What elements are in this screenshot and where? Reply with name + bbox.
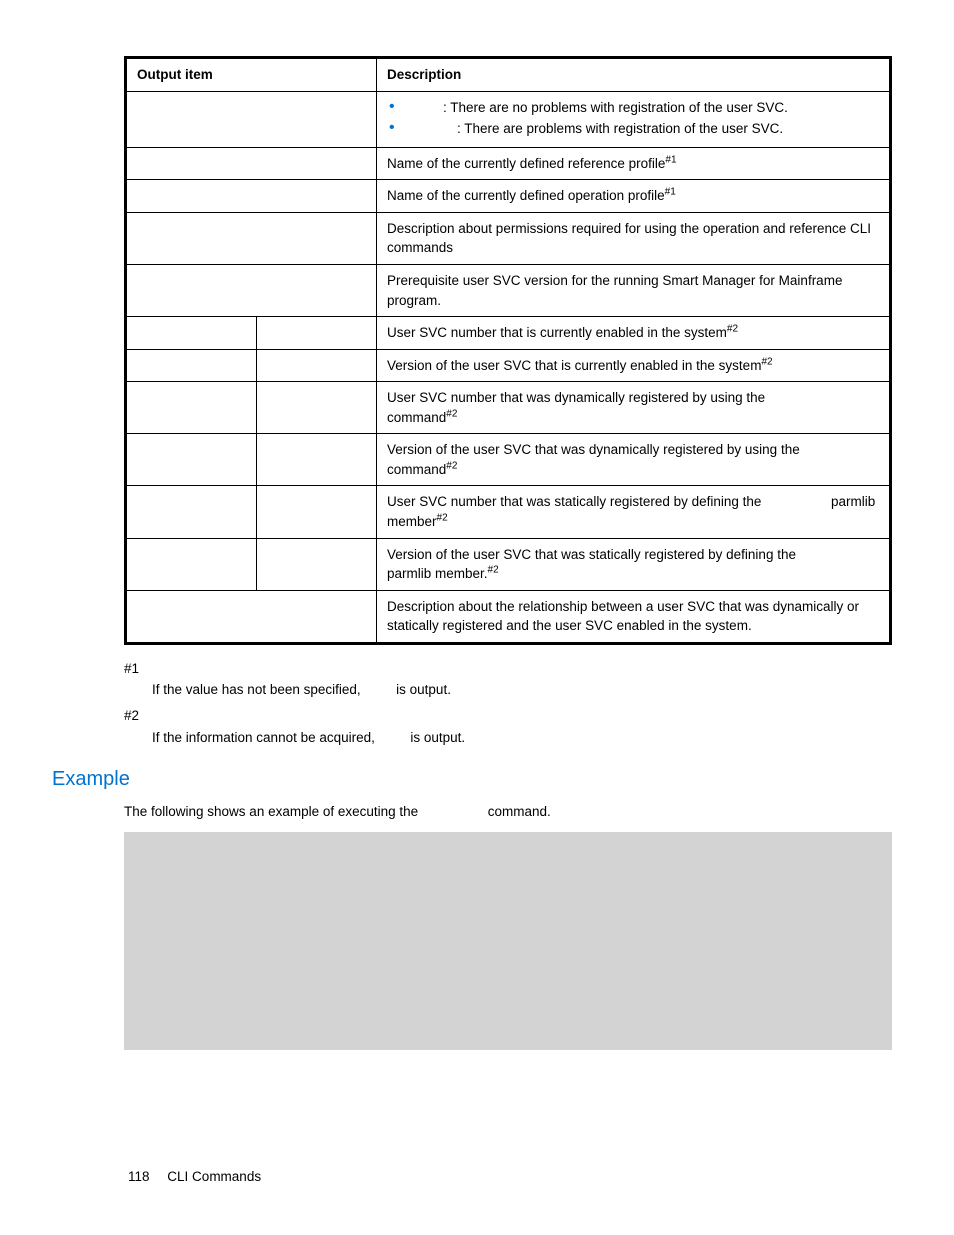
- example-heading: Example: [52, 765, 892, 794]
- cell-desc: : There are no problems with registratio…: [377, 91, 890, 147]
- table-row: : There are no problems with registratio…: [127, 91, 890, 147]
- footnote-1: If the value has not been specified, is …: [124, 680, 892, 700]
- desc-text: Name of the currently defined operation …: [387, 188, 665, 203]
- intro-text: command.: [484, 804, 551, 819]
- desc-text: Version of the user SVC that was dynamic…: [387, 442, 803, 457]
- cell-item: [127, 434, 257, 486]
- page-number: 118: [128, 1169, 150, 1184]
- desc-text: command: [387, 462, 446, 477]
- bullet-item: : There are no problems with registratio…: [405, 98, 879, 118]
- cell-desc: Version of the user SVC that was statica…: [377, 538, 890, 590]
- cell-desc: User SVC number that is currently enable…: [377, 317, 890, 350]
- code-block: [124, 832, 892, 1050]
- sup: #2: [488, 565, 499, 576]
- cell-sub: [257, 317, 377, 350]
- cell-desc: User SVC number that was statically regi…: [377, 486, 890, 538]
- page: Output item Description : There are no p…: [0, 0, 954, 1235]
- table-row: Version of the user SVC that was statica…: [127, 538, 890, 590]
- table-row: User SVC number that is currently enable…: [127, 317, 890, 350]
- output-table-wrap: Output item Description : There are no p…: [124, 56, 892, 645]
- note-text: is output.: [392, 682, 451, 697]
- cell-sub: [257, 382, 377, 434]
- section-title: CLI Commands: [167, 1169, 261, 1184]
- desc-text: Version of the user SVC that is currentl…: [387, 358, 761, 373]
- table-row: Name of the currently defined reference …: [127, 147, 890, 180]
- cell-item: [127, 349, 257, 382]
- sup: #2: [437, 513, 448, 524]
- sup: #2: [727, 324, 738, 335]
- desc-text: command: [387, 410, 446, 425]
- cell-item: [127, 382, 257, 434]
- cell-desc: User SVC number that was dynamically reg…: [377, 382, 890, 434]
- table-header-row: Output item Description: [127, 59, 890, 92]
- page-footer: 118 CLI Commands: [128, 1167, 261, 1187]
- footnotes: #1 If the value has not been specified, …: [124, 659, 892, 747]
- table-row: Version of the user SVC that was dynamic…: [127, 434, 890, 486]
- table-row: Version of the user SVC that is currentl…: [127, 349, 890, 382]
- cell-item: [127, 212, 377, 264]
- cell-sub: [257, 538, 377, 590]
- cell-desc: Description about permissions required f…: [377, 212, 890, 264]
- table-row: User SVC number that was dynamically reg…: [127, 382, 890, 434]
- col-description: Description: [377, 59, 890, 92]
- desc-text: User SVC number that is currently enable…: [387, 325, 727, 340]
- footnote-tag-1: #1: [124, 659, 892, 679]
- sup: #2: [761, 356, 772, 367]
- cell-item: [127, 317, 257, 350]
- table-row: Prerequisite user SVC version for the ru…: [127, 264, 890, 316]
- desc-text: parmlib member.: [387, 566, 488, 581]
- cell-desc: Name of the currently defined reference …: [377, 147, 890, 180]
- desc-text: Description about permissions required f…: [387, 221, 871, 256]
- desc-text: Prerequisite user SVC version for the ru…: [387, 273, 842, 308]
- desc-text: Name of the currently defined reference …: [387, 156, 665, 171]
- cell-item: [127, 538, 257, 590]
- footnote-tag-2: #2: [124, 706, 892, 726]
- bullet-list: : There are no problems with registratio…: [387, 98, 879, 139]
- col-output-item: Output item: [127, 59, 377, 92]
- bullet-item: : There are problems with registration o…: [405, 119, 879, 139]
- desc-text: Description about the relationship betwe…: [387, 599, 859, 634]
- intro-text: The following shows an example of execut…: [124, 804, 422, 819]
- sup: #2: [446, 460, 457, 471]
- note-text: If the value has not been specified,: [152, 682, 364, 697]
- cell-item: [127, 590, 377, 642]
- cell-desc: Prerequisite user SVC version for the ru…: [377, 264, 890, 316]
- table-row: User SVC number that was statically regi…: [127, 486, 890, 538]
- cell-sub: [257, 349, 377, 382]
- cell-desc: Name of the currently defined operation …: [377, 180, 890, 213]
- cell-sub: [257, 434, 377, 486]
- cell-item: [127, 180, 377, 213]
- cell-item: [127, 91, 377, 147]
- table-row: Name of the currently defined operation …: [127, 180, 890, 213]
- desc-text: Version of the user SVC that was statica…: [387, 547, 800, 562]
- bullet-text: : There are problems with registration o…: [457, 121, 783, 136]
- cell-item: [127, 147, 377, 180]
- cell-item: [127, 264, 377, 316]
- cell-sub: [257, 486, 377, 538]
- table-row: Description about the relationship betwe…: [127, 590, 890, 642]
- note-text: If the information cannot be acquired,: [152, 730, 379, 745]
- bullet-text: : There are no problems with registratio…: [443, 100, 788, 115]
- table-row: Description about permissions required f…: [127, 212, 890, 264]
- example-intro: The following shows an example of execut…: [124, 802, 892, 822]
- output-table: Output item Description : There are no p…: [126, 58, 890, 643]
- cell-item: [127, 486, 257, 538]
- desc-text: User SVC number that was statically regi…: [387, 494, 765, 509]
- cell-desc: Description about the relationship betwe…: [377, 590, 890, 642]
- cell-desc: Version of the user SVC that was dynamic…: [377, 434, 890, 486]
- sup: #1: [665, 187, 676, 198]
- cell-desc: Version of the user SVC that is currentl…: [377, 349, 890, 382]
- desc-text: User SVC number that was dynamically reg…: [387, 390, 769, 405]
- note-text: is output.: [407, 730, 466, 745]
- footnote-2: If the information cannot be acquired, i…: [124, 728, 892, 748]
- sup: #1: [665, 154, 676, 165]
- sup: #2: [446, 408, 457, 419]
